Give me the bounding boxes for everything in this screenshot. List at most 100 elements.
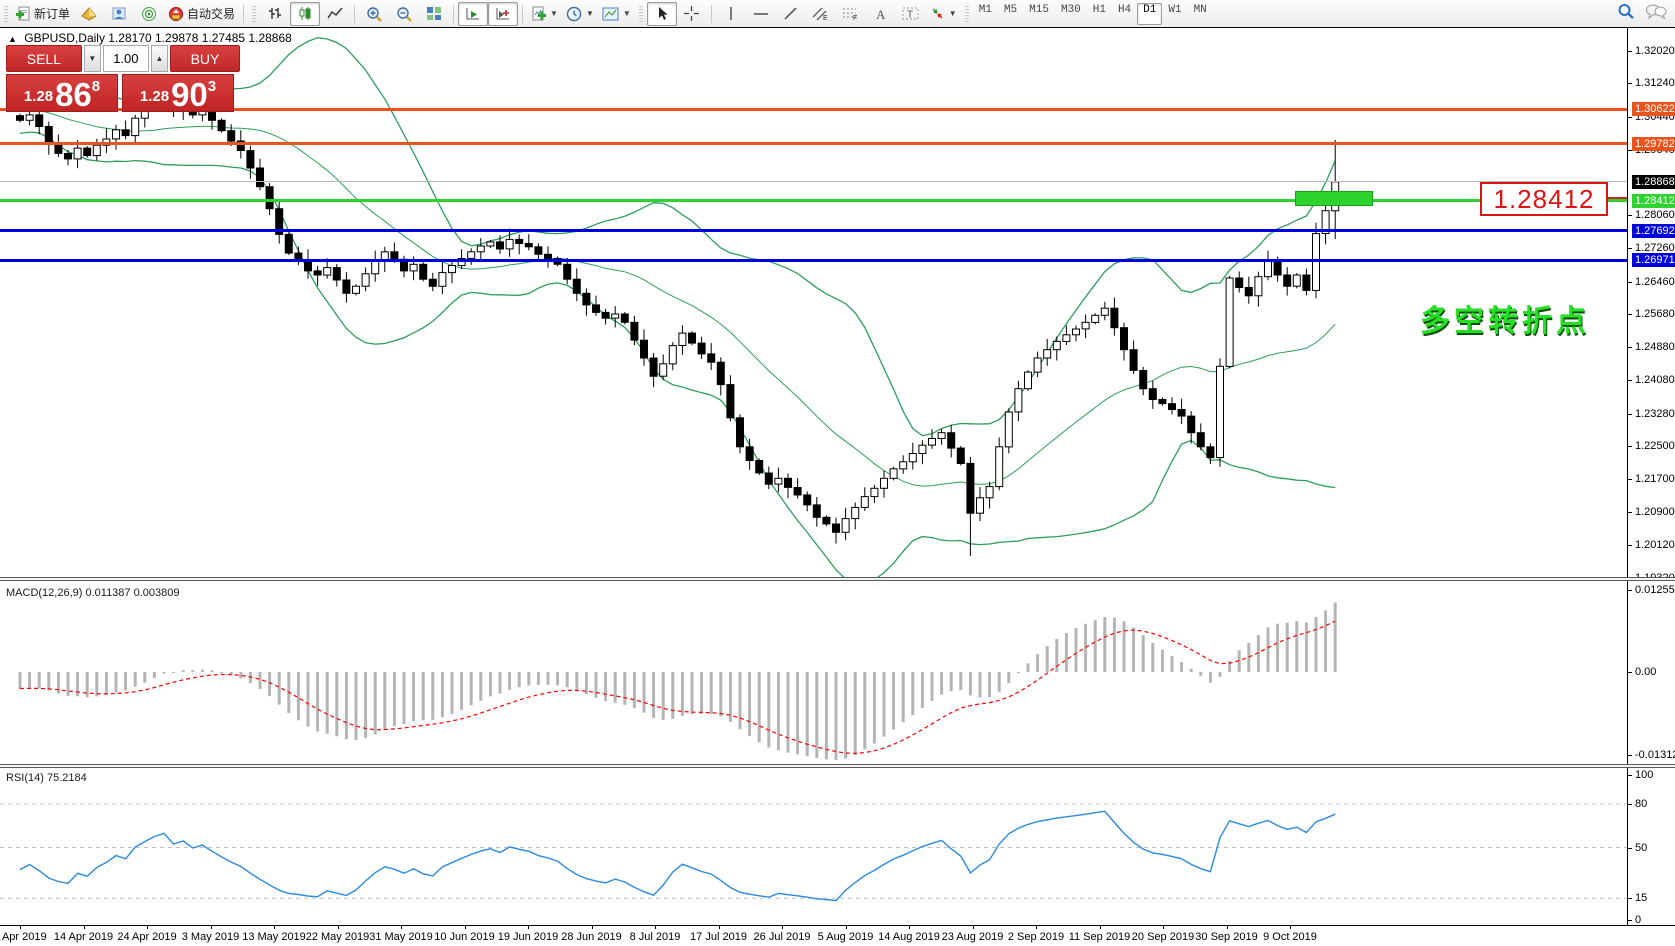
volume-input[interactable] [102,45,149,72]
timeframe-m5-button[interactable]: M5 [998,3,1023,25]
buy-price-display[interactable]: 1.28 90 3 [122,74,234,112]
horizontal-line-object[interactable] [0,142,1627,145]
equidistant-channel-icon-button[interactable]: E [806,2,836,26]
timeframe-h4-button[interactable]: H4 [1112,3,1137,25]
auto-scroll-icon-button[interactable] [458,1,489,26]
tile-windows-icon-button[interactable] [419,2,449,26]
timeframe-m15-button[interactable]: M15 [1023,3,1055,25]
pane-divider[interactable] [0,577,1675,581]
buy-price-pip: 3 [207,78,217,95]
timeframe-m1-button[interactable]: M1 [973,3,998,25]
macd-pane[interactable]: MACD(12,26,9) 0.011387 0.003809 [0,581,1627,764]
price-badge: 1.28412 [1632,194,1675,208]
price-tick-label: 1.24880 [1635,341,1675,353]
macd-axis-label: 0.012554 [1635,584,1675,596]
horizontal-line-object[interactable] [0,229,1627,232]
gold-bar-icon-button[interactable] [74,2,104,26]
volume-increase-button[interactable]: ▲ [150,45,168,72]
toolbar-separator [522,4,524,23]
periods-button[interactable]: ▼ [562,2,598,26]
search-icon[interactable] [1617,3,1635,25]
new-order-button[interactable]: 新订单 [12,2,74,26]
sell-price-display[interactable]: 1.28 86 8 [6,74,118,112]
chart-shift-icon-button[interactable] [488,1,519,26]
date-label: 3 May 2019 [181,931,240,943]
autotrading-button[interactable]: 自动交易 [164,2,239,26]
macd-axis-label: 0.00 [1635,666,1657,678]
line-chart-icon-button[interactable] [320,2,350,26]
profile-icon-button[interactable] [104,2,134,26]
collapse-triangle-icon[interactable]: ▲ [8,34,17,44]
autotrading-icon [168,6,184,21]
mt4-window: 新订单 自动交易 ▼ ▼ ▼ E F A T ▼ M1 M5 M15 M30 H… [0,0,1675,946]
date-label: 31 May 2019 [369,931,433,943]
volume-decrease-button[interactable]: ▼ [83,45,101,72]
toolbar: 新订单 自动交易 ▼ ▼ ▼ E F A T ▼ M1 M5 M15 M30 H… [0,0,1675,27]
text-icon-button[interactable]: A [866,2,896,26]
sell-price-pip: 8 [91,78,101,95]
dropdown-caret: ▼ [622,9,631,18]
macd-tick-mark [1628,755,1632,756]
timeframe-m30-button[interactable]: M30 [1055,3,1087,25]
bollinger-bands [19,37,1336,577]
rsi-pane[interactable]: RSI(14) 75.2184 [0,768,1627,925]
signals-icon-button[interactable] [134,2,164,26]
date-label: 10 Jun 2019 [434,931,495,943]
timeframe-mn-button[interactable]: MN [1188,3,1213,25]
price-tick-mark [1628,380,1632,381]
indicators-button[interactable]: ▼ [527,2,562,26]
date-label: 17 Jul 2019 [690,931,747,943]
timeframe-d1-button[interactable]: D1 [1137,2,1163,25]
support-zone-rectangle[interactable] [1295,191,1373,206]
date-label: 9 Oct 2019 [1263,931,1317,943]
vertical-line-icon-button[interactable] [716,2,746,26]
rsi-tick-mark [1628,848,1632,849]
text-label-icon-button[interactable]: T [896,2,926,26]
dropdown-caret: ▼ [550,9,558,18]
chat-icon[interactable] [1645,3,1667,25]
price-tick-label: 1.25680 [1635,308,1675,320]
macd-signal-line [19,620,1336,755]
horizontal-line-object[interactable] [0,259,1627,262]
date-label: 2 Sep 2019 [1007,931,1065,943]
time-axis[interactable]: 4 Apr 2019 14 Apr 201924 Apr 2019 3 May 20… [0,925,1675,946]
buy-button[interactable]: BUY [169,45,241,72]
toolbar-grip [638,5,643,22]
templates-button[interactable]: ▼ [598,2,635,26]
horizontal-line-object[interactable] [0,199,1627,202]
horizontal-line-object[interactable] [0,108,1627,111]
toolbar-grip [4,5,8,22]
pane-divider[interactable] [0,764,1675,768]
buy-price-prefix: 1.28 [139,88,170,105]
arrows-icon-button[interactable]: ▼ [926,2,961,26]
date-label: 28 Jun 2019 [561,931,622,943]
zoom-out-icon-button[interactable] [389,2,419,26]
crosshair-icon-button[interactable] [677,2,707,26]
new-order-label: 新订单 [34,7,71,21]
price-tick-mark [1628,545,1632,546]
timeframe-h1-button[interactable]: H1 [1087,3,1112,25]
toolbar-grip [252,5,257,22]
price-tick-mark [1628,117,1632,118]
date-label: 22 May 2019 [305,931,370,943]
candlestick-chart-icon-button[interactable] [290,1,321,26]
price-tick-label: 1.23280 [1635,408,1675,420]
toolbar-separator [710,4,712,23]
rsi-axis-label: 80 [1635,798,1648,810]
bar-chart-icon-button[interactable] [260,2,290,26]
fibonacci-icon-button[interactable]: F [836,2,866,26]
rsi-tick-mark [1628,920,1632,921]
cursor-icon-button[interactable] [646,1,677,26]
date-label: 23 Aug 2019 [941,931,1004,943]
timeframe-w1-button[interactable]: W1 [1162,3,1187,25]
trendline-icon-button[interactable] [776,2,806,26]
price-axis[interactable]: 1.320201.312401.304401.296401.280601.272… [1627,28,1675,926]
svg-text:T: T [907,10,913,21]
sell-button[interactable]: SELL [6,45,82,72]
horizontal-line-icon-button[interactable] [746,2,776,26]
turning-point-annotation[interactable]: 多空转折点 [1420,296,1590,340]
macd-tick-mark [1628,672,1632,673]
dropdown-caret: ▼ [948,9,957,18]
zoom-in-icon-button[interactable] [359,2,389,26]
price-callout-label[interactable]: 1.28412 [1480,182,1608,216]
